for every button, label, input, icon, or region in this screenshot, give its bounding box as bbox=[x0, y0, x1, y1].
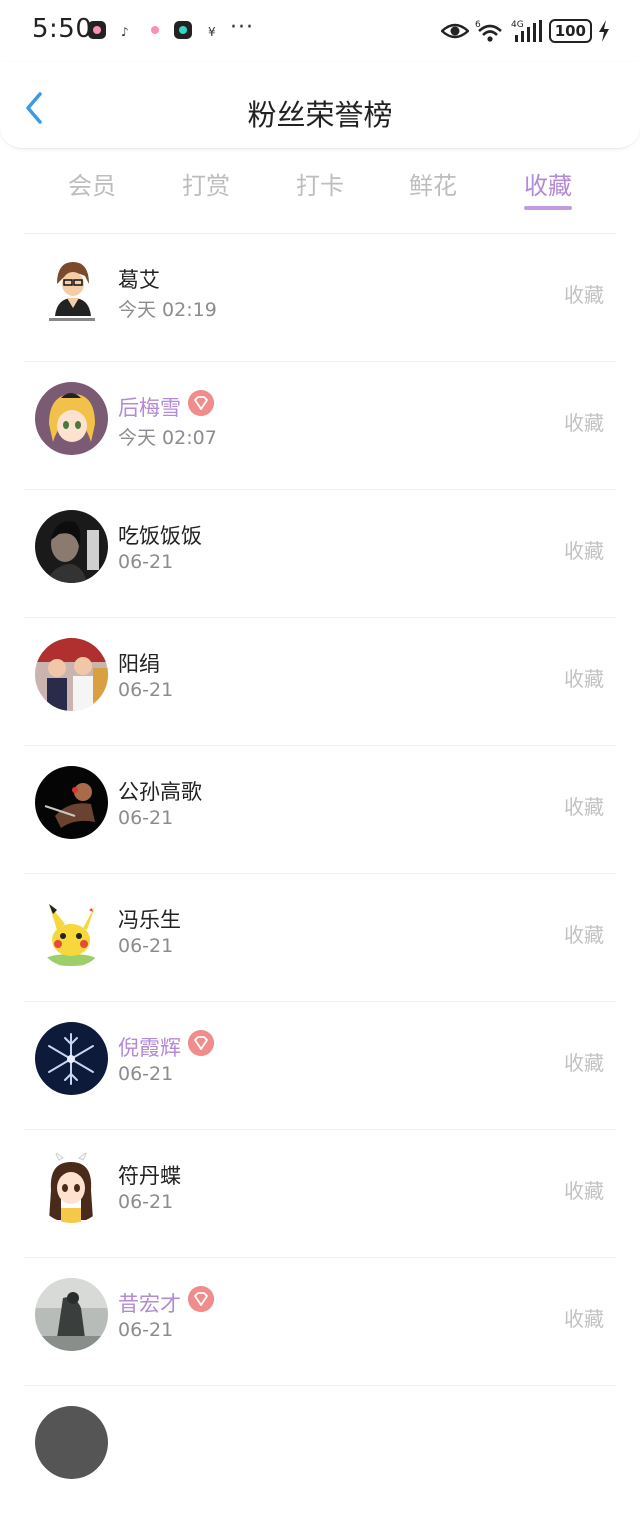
status-bar: 5:50 ♪ ¥ ··· 6 4G 100 bbox=[0, 0, 640, 62]
list-item[interactable]: 冯乐生 06-21 收藏 bbox=[24, 874, 616, 1002]
status-time: 5:50 bbox=[32, 14, 93, 44]
fan-name: 吃饭饭饭 bbox=[118, 524, 202, 548]
favorite-action[interactable]: 收藏 bbox=[564, 1303, 604, 1332]
favorite-action[interactable]: 收藏 bbox=[564, 663, 604, 692]
list-item[interactable]: 吃饭饭饭 06-21 收藏 bbox=[24, 490, 616, 618]
more-notifications-icon: ··· bbox=[230, 15, 254, 40]
fan-name: 昔宏才 bbox=[118, 1292, 181, 1316]
fan-name: 葛艾 bbox=[118, 268, 160, 292]
fan-time: 06-21 bbox=[118, 935, 174, 957]
fan-time: 06-21 bbox=[118, 679, 174, 701]
tab-favorites[interactable]: 收藏 bbox=[508, 166, 588, 201]
tab-checkin[interactable]: 打卡 bbox=[280, 166, 360, 201]
avatar bbox=[35, 1406, 108, 1479]
diamond-badge-icon bbox=[188, 390, 214, 416]
tab-reward[interactable]: 打赏 bbox=[166, 166, 246, 201]
favorite-action[interactable]: 收藏 bbox=[564, 535, 604, 564]
diamond-badge-icon bbox=[188, 1030, 214, 1056]
avatar bbox=[35, 766, 108, 839]
favorite-action[interactable]: 收藏 bbox=[564, 1047, 604, 1076]
list-item[interactable]: 昔宏才 06-21 收藏 bbox=[24, 1258, 616, 1386]
diamond-badge-icon bbox=[188, 1286, 214, 1312]
favorite-action[interactable]: 收藏 bbox=[564, 407, 604, 436]
fan-name: 公孙高歌 bbox=[118, 780, 202, 804]
charging-icon bbox=[599, 20, 609, 42]
app-notification-icon bbox=[88, 21, 106, 39]
fan-time: 06-21 bbox=[118, 1191, 174, 1213]
avatar bbox=[35, 894, 108, 967]
tiktok-notification-icon: ♪ bbox=[121, 25, 129, 39]
tab-flowers[interactable]: 鲜花 bbox=[393, 166, 473, 201]
fan-time: 今天 02:19 bbox=[118, 299, 217, 321]
wifi-icon: 6 bbox=[475, 20, 502, 42]
fan-time: 06-21 bbox=[118, 1319, 174, 1341]
fan-name: 符丹蝶 bbox=[118, 1164, 181, 1188]
navigation-bar: 粉丝荣誉榜 bbox=[0, 62, 640, 149]
tab-member[interactable]: 会员 bbox=[52, 166, 132, 201]
app-notification-icon bbox=[146, 21, 164, 39]
network-label: 4G bbox=[511, 20, 524, 30]
favorite-action[interactable]: 收藏 bbox=[564, 919, 604, 948]
fan-time: 今天 02:07 bbox=[118, 427, 217, 449]
fan-list: 葛艾 今天 02:19 收藏 后梅雪 今天 02:07 收藏 吃饭饭饭 06-2… bbox=[24, 233, 616, 1513]
fan-time: 06-21 bbox=[118, 1063, 174, 1085]
fan-name: 冯乐生 bbox=[118, 908, 181, 932]
list-item[interactable]: 葛艾 今天 02:19 收藏 bbox=[24, 234, 616, 362]
fan-name: 倪霞辉 bbox=[118, 1036, 181, 1060]
fan-time: 06-21 bbox=[118, 807, 174, 829]
app-notification-icon bbox=[174, 21, 192, 39]
list-item[interactable]: 公孙高歌 06-21 收藏 bbox=[24, 746, 616, 874]
fan-name: 阳绢 bbox=[118, 652, 160, 676]
avatar bbox=[35, 254, 108, 327]
list-item[interactable]: 倪霞辉 06-21 收藏 bbox=[24, 1002, 616, 1130]
avatar bbox=[35, 1278, 108, 1351]
avatar bbox=[35, 382, 108, 455]
active-tab-indicator bbox=[524, 206, 572, 210]
avatar bbox=[35, 510, 108, 583]
fan-time: 06-21 bbox=[118, 551, 174, 573]
favorite-action[interactable]: 收藏 bbox=[564, 791, 604, 820]
page-title: 粉丝荣誉榜 bbox=[247, 98, 393, 132]
eye-icon bbox=[440, 23, 469, 39]
list-item-partial[interactable] bbox=[24, 1386, 616, 1513]
list-item[interactable]: 符丹蝶 06-21 收藏 bbox=[24, 1130, 616, 1258]
avatar bbox=[35, 638, 108, 711]
favorite-action[interactable]: 收藏 bbox=[564, 279, 604, 308]
list-item[interactable]: 阳绢 06-21 收藏 bbox=[24, 618, 616, 746]
avatar bbox=[35, 1150, 108, 1223]
tab-bar: 会员 打赏 打卡 鲜花 收藏 bbox=[0, 160, 640, 216]
signal-icon: 4G bbox=[511, 20, 542, 42]
app-notification-icon: ¥ bbox=[208, 25, 216, 39]
battery-icon: 100 bbox=[548, 19, 592, 43]
favorite-action[interactable]: 收藏 bbox=[564, 1175, 604, 1204]
fan-name: 后梅雪 bbox=[118, 396, 181, 420]
avatar bbox=[35, 1022, 108, 1095]
list-item[interactable]: 后梅雪 今天 02:07 收藏 bbox=[24, 362, 616, 490]
